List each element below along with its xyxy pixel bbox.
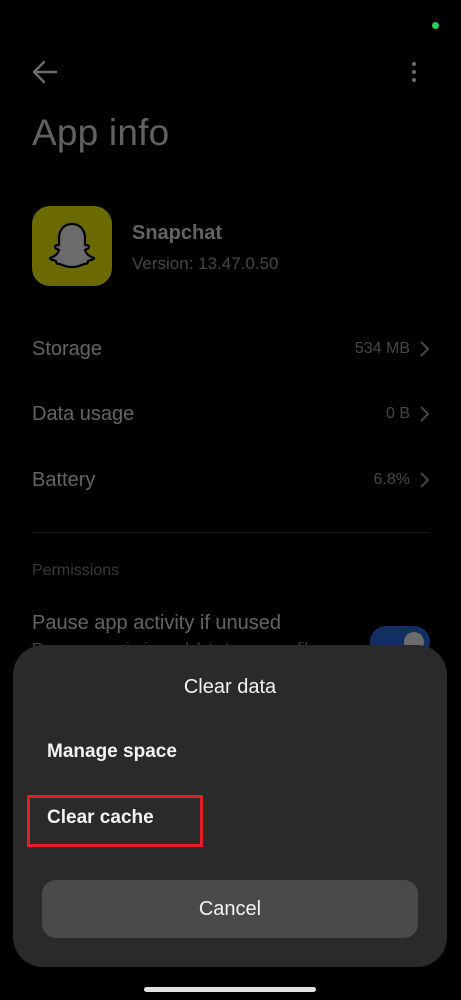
chevron-right-icon xyxy=(420,406,430,422)
snapchat-ghost-icon xyxy=(32,206,112,286)
manage-space-option[interactable]: Manage space xyxy=(47,741,177,763)
chevron-right-icon xyxy=(420,341,430,357)
clear-data-sheet: Clear data Manage space Clear cache Canc… xyxy=(13,645,447,967)
app-header: Snapchat Version: 13.47.0.50 xyxy=(32,206,432,288)
page-title: App info xyxy=(32,112,170,153)
section-divider xyxy=(32,532,430,533)
battery-row[interactable]: Battery 6.8% xyxy=(32,455,430,505)
storage-value: 534 MB xyxy=(354,340,410,357)
data-usage-value-group: 0 B xyxy=(386,405,430,423)
data-usage-value: 0 B xyxy=(385,405,410,422)
battery-value-group: 6.8% xyxy=(374,471,430,489)
chevron-right-icon xyxy=(420,472,430,488)
data-usage-row[interactable]: Data usage 0 B xyxy=(32,389,430,439)
app-name: Snapchat xyxy=(132,222,223,244)
storage-label: Storage xyxy=(32,337,103,360)
sheet-title: Clear data xyxy=(183,676,277,698)
back-arrow-icon xyxy=(32,60,58,84)
permissions-section-label: Permissions xyxy=(32,562,120,579)
battery-value: 6.8% xyxy=(373,471,410,488)
top-bar xyxy=(0,50,461,94)
storage-value-group: 534 MB xyxy=(355,340,430,358)
clear-cache-highlight xyxy=(27,795,203,847)
storage-row[interactable]: Storage 534 MB xyxy=(32,324,430,374)
home-indicator[interactable] xyxy=(144,987,316,992)
battery-label: Battery xyxy=(32,468,96,491)
data-usage-label: Data usage xyxy=(32,402,135,425)
back-button[interactable] xyxy=(26,54,66,90)
app-version: Version: 13.47.0.50 xyxy=(132,254,279,273)
pause-activity-title[interactable]: Pause app activity if unused xyxy=(32,612,281,635)
cancel-button[interactable]: Cancel xyxy=(42,880,418,938)
more-options-button[interactable] xyxy=(398,54,430,90)
more-vert-icon xyxy=(412,62,416,82)
